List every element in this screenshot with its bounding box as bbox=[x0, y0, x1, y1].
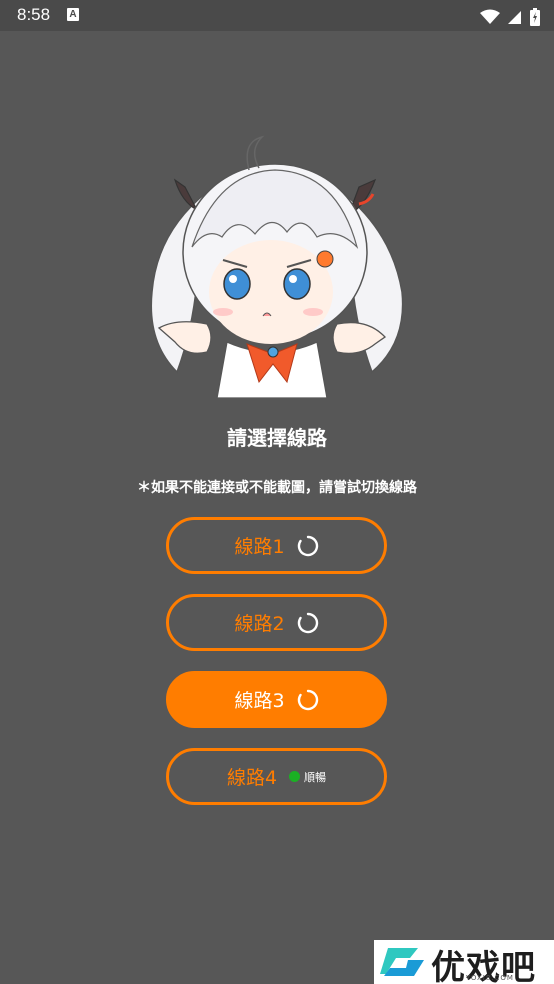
status-icons bbox=[477, 6, 540, 26]
mascot-illustration bbox=[150, 135, 404, 398]
route-label: 線路4 bbox=[226, 767, 278, 789]
watermark-logo-icon bbox=[380, 948, 424, 976]
route-label: 線路2 bbox=[234, 613, 285, 635]
status-ok-dot-icon bbox=[289, 771, 301, 782]
wifi-icon bbox=[479, 9, 500, 24]
hint-text: ＊如果不能連接或不能載圖，請嘗試切換線路 bbox=[137, 480, 417, 496]
watermark: 优戏吧 YOXI8.COM bbox=[374, 940, 554, 984]
loading-spinner-icon bbox=[297, 612, 318, 633]
loading-spinner-icon bbox=[297, 535, 318, 556]
status-bar: 8:58 A bbox=[0, 0, 554, 31]
route-label: 線路1 bbox=[234, 536, 285, 558]
watermark-subtext: YOXI8.COM bbox=[466, 974, 514, 982]
loading-spinner-icon bbox=[297, 689, 318, 710]
route-1-button[interactable]: 線路1 bbox=[166, 517, 387, 574]
signal-icon bbox=[507, 10, 521, 24]
route-4-button[interactable]: 線路4 順暢 bbox=[166, 748, 387, 805]
page-title: 請選擇線路 bbox=[227, 426, 327, 450]
status-time: 8:58 bbox=[17, 5, 51, 24]
notification-badge-icon: A bbox=[67, 8, 79, 21]
route-2-button[interactable]: 線路2 bbox=[166, 594, 387, 651]
route-label: 線路3 bbox=[234, 690, 285, 712]
route-3-button[interactable]: 線路3 bbox=[166, 671, 387, 728]
route-status-text: 順暢 bbox=[304, 770, 327, 784]
battery-icon bbox=[530, 7, 540, 26]
